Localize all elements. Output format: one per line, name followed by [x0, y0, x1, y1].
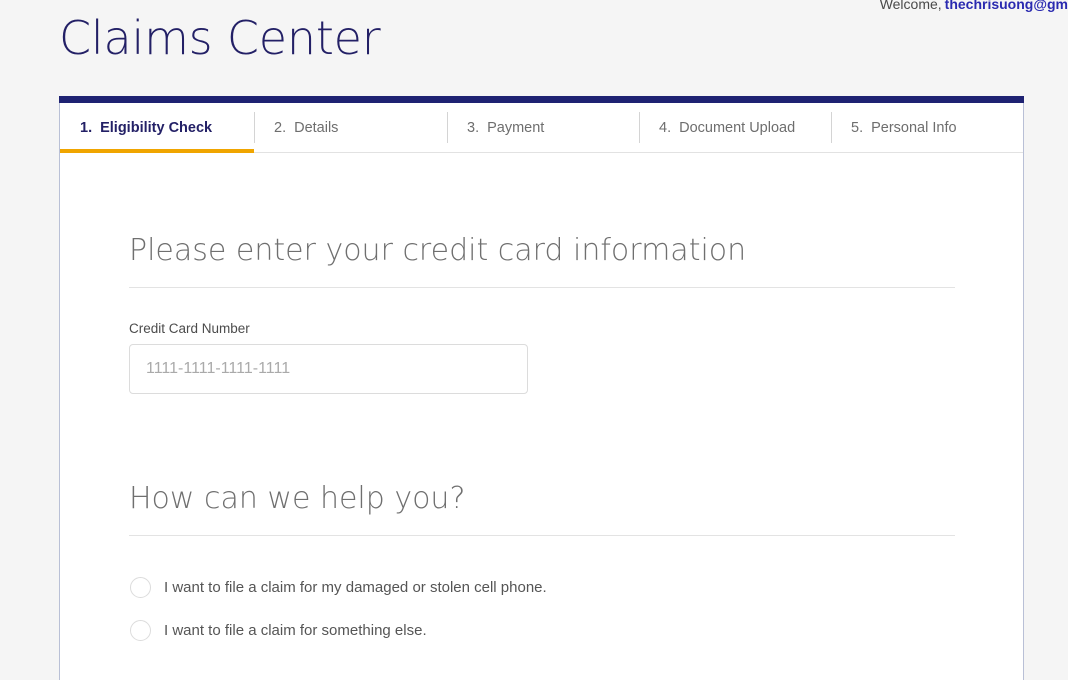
step-tabs: 1. Eligibility Check 2. Details 3. Payme…	[60, 103, 1023, 153]
radio-option-something-else[interactable]: I want to file a claim for something els…	[129, 609, 955, 652]
credit-card-heading: Please enter your credit card informatio…	[129, 233, 747, 268]
tab-payment[interactable]: 3. Payment	[447, 103, 639, 152]
radio-option-label: I want to file a claim for my damaged or…	[164, 578, 547, 596]
tab-label: Eligibility Check	[100, 119, 213, 136]
tab-number: 2.	[274, 119, 287, 136]
step-content: Please enter your credit card informatio…	[60, 154, 1023, 679]
credit-card-input[interactable]	[129, 344, 528, 394]
help-heading: How can we help you?	[129, 481, 466, 516]
card-accent-bar	[59, 96, 1024, 103]
claims-card: 1. Eligibility Check 2. Details 3. Payme…	[59, 96, 1024, 680]
tab-personal-info[interactable]: 5. Personal Info	[831, 103, 1023, 152]
tab-number: 1.	[80, 119, 93, 136]
tab-details[interactable]: 2. Details	[254, 103, 447, 152]
tab-number: 4.	[659, 119, 672, 136]
credit-card-field: Credit Card Number	[129, 320, 955, 394]
section-divider	[129, 287, 955, 288]
radio-icon[interactable]	[130, 577, 151, 598]
page-title: Claims Center	[59, 11, 381, 65]
tab-label: Document Upload	[679, 119, 796, 136]
radio-option-label: I want to file a claim for something els…	[164, 621, 427, 639]
credit-card-label: Credit Card Number	[129, 321, 250, 336]
tab-label: Personal Info	[871, 119, 957, 136]
tab-eligibility-check[interactable]: 1. Eligibility Check	[60, 103, 254, 153]
section-divider	[129, 535, 955, 536]
credit-card-section: Please enter your credit card informatio…	[129, 232, 955, 394]
tab-number: 3.	[467, 119, 480, 136]
radio-icon[interactable]	[130, 620, 151, 641]
radio-option-cell-phone[interactable]: I want to file a claim for my damaged or…	[129, 566, 955, 609]
tab-number: 5.	[851, 119, 864, 136]
tab-label: Details	[294, 119, 339, 136]
page-header: Claims Center	[59, 8, 1023, 96]
tab-document-upload[interactable]: 4. Document Upload	[639, 103, 831, 152]
tab-label: Payment	[487, 119, 545, 136]
help-section: How can we help you? I want to file a cl…	[129, 480, 955, 652]
claim-type-radio-group: I want to file a claim for my damaged or…	[129, 566, 955, 652]
